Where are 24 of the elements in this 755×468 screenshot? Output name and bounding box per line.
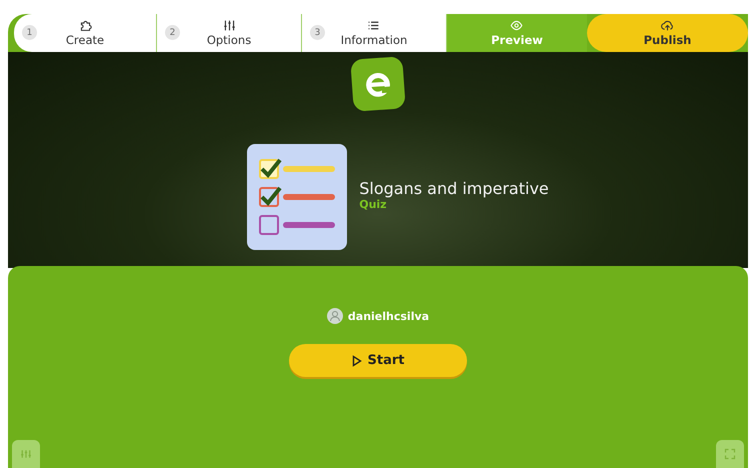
avatar-icon <box>326 308 343 324</box>
activity-title: Slogans and imperative <box>359 179 549 198</box>
play-icon <box>352 354 362 366</box>
eye-icon <box>510 19 524 32</box>
fullscreen-button[interactable] <box>716 440 744 468</box>
publish-tab[interactable]: Publish <box>587 14 748 52</box>
step-number: 1 <box>22 25 37 40</box>
step-number: 3 <box>310 25 325 40</box>
step-tab[interactable]: 1 Create <box>14 14 157 52</box>
fullscreen-icon <box>724 448 736 460</box>
logo-icon <box>350 56 406 112</box>
checklist-icon <box>247 144 348 250</box>
start-button[interactable]: Start <box>289 344 467 377</box>
list-icon <box>367 19 380 32</box>
sliders-icon <box>20 448 32 460</box>
settings-button[interactable] <box>12 440 40 468</box>
activity-type: Quiz <box>359 198 388 211</box>
step-tab[interactable]: 3 Information <box>302 14 447 52</box>
puzzle-icon <box>78 19 92 32</box>
author-name: danielhcsilva <box>348 310 430 322</box>
step-tab[interactable]: 2 Options <box>157 14 302 52</box>
cloud-upload-icon <box>660 19 674 32</box>
step-number: 2 <box>165 25 180 40</box>
sliders-icon <box>222 19 236 32</box>
